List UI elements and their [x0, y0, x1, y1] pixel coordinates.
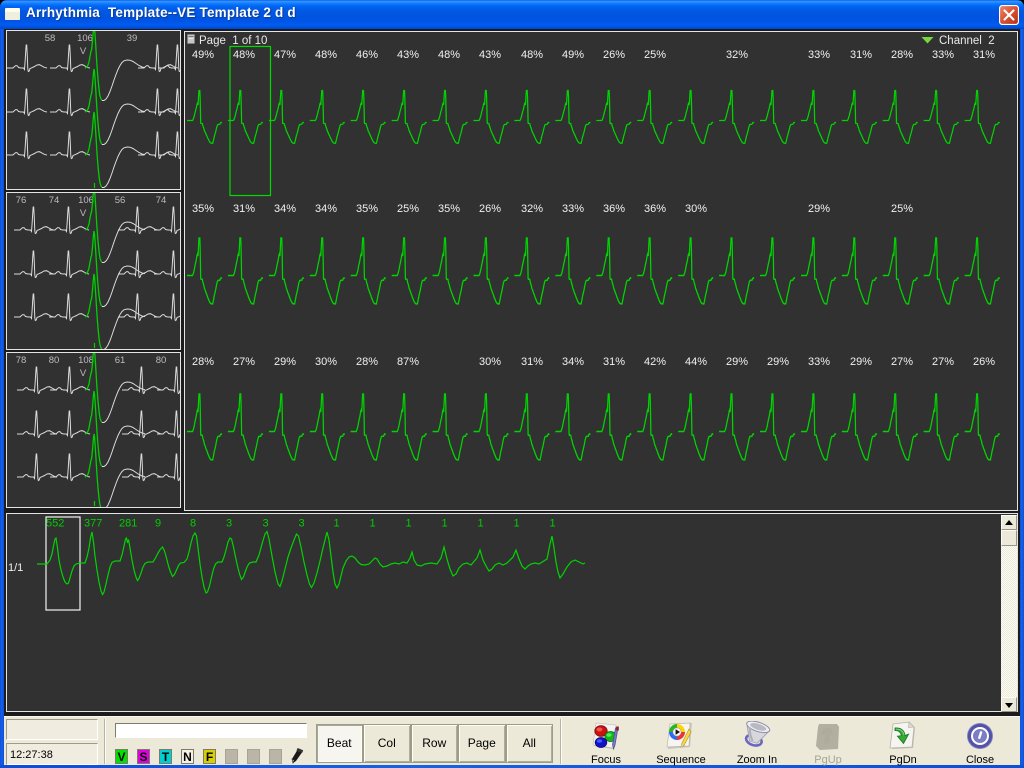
svg-text:25%: 25%: [644, 49, 666, 61]
svg-text:74: 74: [49, 195, 60, 206]
svg-text:34%: 34%: [315, 203, 337, 215]
svg-text:106: 106: [77, 33, 93, 44]
svg-text:30%: 30%: [315, 356, 337, 368]
svg-text:48%: 48%: [315, 49, 337, 61]
svg-text:33%: 33%: [562, 203, 584, 215]
svg-text:31%: 31%: [603, 356, 625, 368]
svg-text:106: 106: [78, 195, 94, 206]
svg-text:29%: 29%: [850, 356, 872, 368]
svg-text:80: 80: [156, 355, 167, 366]
svg-text:32%: 32%: [521, 203, 543, 215]
svg-text:76: 76: [16, 195, 27, 206]
svg-text:25%: 25%: [397, 203, 419, 215]
svg-text:28%: 28%: [891, 49, 913, 61]
svg-text:28%: 28%: [356, 356, 378, 368]
svg-text:1: 1: [513, 518, 519, 530]
svg-text:30%: 30%: [479, 356, 501, 368]
svg-text:74: 74: [156, 195, 167, 206]
svg-text:29%: 29%: [726, 356, 748, 368]
svg-text:9: 9: [155, 518, 161, 530]
svg-text:31%: 31%: [521, 356, 543, 368]
svg-text:43%: 43%: [479, 49, 501, 61]
svg-text:27%: 27%: [891, 356, 913, 368]
svg-text:35%: 35%: [192, 203, 214, 215]
svg-text:78: 78: [16, 355, 27, 366]
svg-text:47%: 47%: [274, 49, 296, 61]
svg-text:377: 377: [84, 518, 102, 530]
svg-text:552: 552: [46, 518, 64, 530]
svg-text:31%: 31%: [850, 49, 872, 61]
svg-text:44%: 44%: [685, 356, 707, 368]
svg-text:26%: 26%: [479, 203, 501, 215]
svg-text:1: 1: [549, 518, 555, 530]
svg-text:34%: 34%: [274, 203, 296, 215]
svg-text:3: 3: [262, 518, 268, 530]
svg-text:1: 1: [333, 518, 339, 530]
svg-text:87%: 87%: [397, 356, 419, 368]
svg-text:8: 8: [190, 518, 196, 530]
svg-text:56: 56: [115, 195, 126, 206]
svg-text:29%: 29%: [808, 203, 830, 215]
svg-text:26%: 26%: [973, 356, 995, 368]
svg-text:31%: 31%: [973, 49, 995, 61]
svg-text:27%: 27%: [932, 356, 954, 368]
svg-text:1: 1: [369, 518, 375, 530]
svg-text:36%: 36%: [603, 203, 625, 215]
svg-text:3: 3: [298, 518, 304, 530]
svg-text:32%: 32%: [726, 49, 748, 61]
svg-text:34%: 34%: [562, 356, 584, 368]
svg-text:35%: 35%: [438, 203, 460, 215]
svg-text:33%: 33%: [932, 49, 954, 61]
svg-text:29%: 29%: [767, 356, 789, 368]
svg-text:Channel 2: Channel 2: [939, 35, 995, 47]
svg-text:Page 1 of 10: Page 1 of 10: [199, 35, 267, 47]
svg-text:36%: 36%: [644, 203, 666, 215]
svg-text:33%: 33%: [808, 356, 830, 368]
svg-text:26%: 26%: [603, 49, 625, 61]
svg-text:1: 1: [441, 518, 447, 530]
svg-text:48%: 48%: [233, 49, 255, 61]
svg-text:3: 3: [226, 518, 232, 530]
svg-text:58: 58: [45, 33, 56, 44]
svg-text:49%: 49%: [192, 49, 214, 61]
svg-text:1/1: 1/1: [8, 562, 23, 574]
svg-text:42%: 42%: [644, 356, 666, 368]
svg-text:25%: 25%: [891, 203, 913, 215]
svg-text:39: 39: [127, 33, 138, 44]
svg-text:43%: 43%: [397, 49, 419, 61]
svg-text:108: 108: [78, 355, 94, 366]
svg-text:61: 61: [115, 355, 126, 366]
svg-text:1: 1: [405, 518, 411, 530]
svg-text:49%: 49%: [562, 49, 584, 61]
svg-text:33%: 33%: [808, 49, 830, 61]
svg-text:27%: 27%: [233, 356, 255, 368]
svg-text:35%: 35%: [356, 203, 378, 215]
svg-text:V: V: [80, 368, 87, 379]
svg-text:29%: 29%: [274, 356, 296, 368]
svg-text:281: 281: [119, 518, 137, 530]
svg-text:48%: 48%: [521, 49, 543, 61]
svg-text:31%: 31%: [233, 203, 255, 215]
svg-text:1: 1: [477, 518, 483, 530]
svg-text:V: V: [80, 208, 87, 219]
svg-text:80: 80: [49, 355, 60, 366]
svg-text:30%: 30%: [685, 203, 707, 215]
svg-text:48%: 48%: [438, 49, 460, 61]
svg-text:28%: 28%: [192, 356, 214, 368]
svg-text:V: V: [80, 46, 87, 57]
svg-text:46%: 46%: [356, 49, 378, 61]
